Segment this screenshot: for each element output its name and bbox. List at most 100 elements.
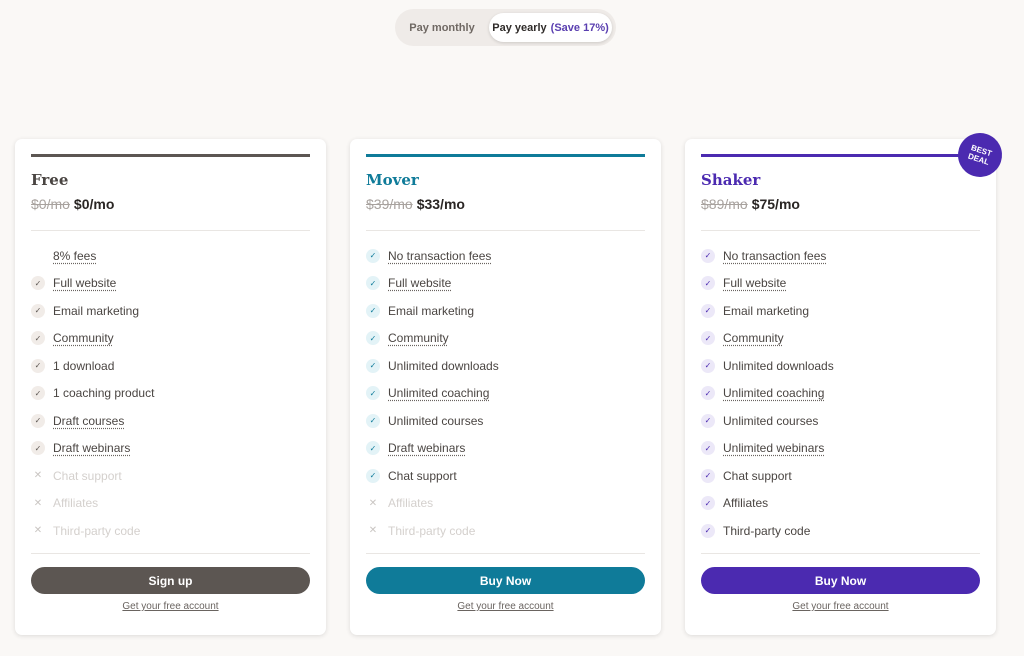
check-icon: ✓ xyxy=(31,331,45,346)
feature-item: ✓ Community xyxy=(366,325,499,353)
plan-name: Free xyxy=(31,171,69,189)
divider xyxy=(701,553,980,554)
check-icon: ✓ xyxy=(701,386,715,401)
divider xyxy=(701,230,980,231)
feature-item: ✕ Third-party code xyxy=(31,517,154,545)
get-free-account-link[interactable]: Get your free account xyxy=(350,601,661,612)
pay-monthly-option[interactable]: Pay monthly xyxy=(399,13,485,42)
check-icon: ✓ xyxy=(701,248,715,263)
check-icon: ✓ xyxy=(701,413,715,428)
pay-monthly-label: Pay monthly xyxy=(409,21,475,34)
feature-item: ✕ Chat support xyxy=(31,462,154,490)
check-icon: ✓ xyxy=(31,303,45,318)
check-icon: ✓ xyxy=(366,303,380,318)
feature-item: ✓ Email marketing xyxy=(366,297,499,325)
check-icon: ✓ xyxy=(366,413,380,428)
plan-card-free: Free$0/mo$0/mo✓8% fees✓Full website✓Emai… xyxy=(15,139,326,635)
feature-item: ✕ Third-party code xyxy=(366,517,499,545)
feature-item: ✓ Draft courses xyxy=(31,407,154,435)
feature-label[interactable]: Unlimited coaching xyxy=(723,386,824,400)
check-icon: ✓ xyxy=(366,468,380,483)
feature-item: ✓ Full website xyxy=(366,270,499,298)
buy-now-button[interactable]: Buy Now xyxy=(366,567,645,594)
check-icon: ✓ xyxy=(701,276,715,291)
feature-item: ✓ Draft webinars xyxy=(31,435,154,463)
divider xyxy=(366,230,645,231)
feature-label: Unlimited courses xyxy=(388,413,484,428)
check-icon: ✓ xyxy=(366,386,380,401)
check-icon: ✓ xyxy=(701,441,715,456)
cross-icon: ✕ xyxy=(368,497,378,509)
feature-label[interactable]: Community xyxy=(53,331,114,345)
feature-label[interactable]: Community xyxy=(388,331,449,345)
discounted-price: $75/mo xyxy=(751,196,800,212)
plan-card-mover: Mover $39/mo $33/mo ✓ No transaction fees ✓ Fu… xyxy=(350,139,661,635)
plan-price: $0/mo $0/mo xyxy=(31,196,114,212)
get-free-account-link[interactable]: Get your free account xyxy=(685,601,996,612)
billing-toggle: Pay monthly Pay yearly (Save 17%) xyxy=(395,9,616,46)
plan-accent-bar xyxy=(366,154,645,157)
feature-item: ✓ Full website xyxy=(701,270,834,298)
discounted-price: $0/mo xyxy=(73,196,115,212)
original-price: $39/mo xyxy=(366,196,413,212)
feature-item: ✓ Community xyxy=(31,325,154,353)
feature-item: ✓ No transaction fees xyxy=(701,242,834,270)
feature-label[interactable]: Full website xyxy=(723,276,786,290)
feature-label[interactable]: Unlimited coaching xyxy=(388,386,489,400)
check-icon: ✓ xyxy=(31,413,45,428)
feature-item: ✓ Email marketing xyxy=(31,297,154,325)
plan-accent-bar xyxy=(701,154,980,157)
check-icon: ✓ xyxy=(31,441,45,456)
feature-item: ✕ Affiliates xyxy=(366,490,499,518)
feature-item: ✓ Unlimited downloads xyxy=(701,352,834,380)
cross-icon: ✕ xyxy=(33,525,43,537)
feature-label[interactable]: Unlimited webinars xyxy=(723,441,824,455)
feature-label: Chat support xyxy=(53,468,122,483)
check-icon: ✓ xyxy=(366,331,380,346)
cross-icon: ✕ xyxy=(33,497,43,509)
feature-item: ✓ 1 coaching product xyxy=(31,380,154,408)
feature-label[interactable]: Community xyxy=(723,331,784,345)
check-icon: ✓ xyxy=(366,248,380,263)
plan-card-shaker: Shaker $89/mo $75/mo ✓ No transaction fees ✓ F… xyxy=(685,139,996,635)
feature-label[interactable]: No transaction fees xyxy=(723,249,826,263)
original-price: $89/mo xyxy=(701,196,748,212)
divider xyxy=(366,553,645,554)
feature-label[interactable]: Full website xyxy=(388,276,451,290)
feature-label[interactable]: 8% fees xyxy=(53,249,96,263)
feature-label[interactable]: Draft webinars xyxy=(53,441,130,455)
feature-label[interactable]: Draft courses xyxy=(53,414,124,428)
feature-item: ✓8% fees xyxy=(31,242,154,270)
plan-accent-bar xyxy=(31,154,310,157)
feature-label[interactable]: Draft webinars xyxy=(388,441,465,455)
check-icon: ✓ xyxy=(701,303,715,318)
feature-item: ✓ Chat support xyxy=(701,462,834,490)
feature-label[interactable]: No transaction fees xyxy=(388,249,491,263)
feature-list: ✓8% fees✓Full website✓Email marketing✓Co… xyxy=(31,242,154,545)
feature-label: Affiliates xyxy=(723,496,769,511)
feature-item: ✓ No transaction fees xyxy=(366,242,499,270)
feature-item: ✓ Unlimited downloads xyxy=(366,352,499,380)
divider xyxy=(31,230,310,231)
feature-item: ✓ Unlimited coaching xyxy=(366,380,499,408)
check-icon: ✓ xyxy=(701,496,715,511)
sign-up-button[interactable]: Sign up xyxy=(31,567,310,594)
feature-item: ✕ Affiliates xyxy=(31,490,154,518)
feature-item: ✓ Community xyxy=(701,325,834,353)
original-price: $0/mo xyxy=(31,196,70,212)
pay-yearly-option[interactable]: Pay yearly (Save 17%) xyxy=(489,13,612,42)
feature-label[interactable]: Full website xyxy=(53,276,116,290)
feature-label: 1 coaching product xyxy=(53,386,155,401)
feature-label: 1 download xyxy=(53,358,115,373)
feature-label: Third-party code xyxy=(723,523,811,538)
feature-item: ✓ Third-party code xyxy=(701,517,834,545)
feature-label: Unlimited downloads xyxy=(388,358,499,373)
check-icon: ✓ xyxy=(701,358,715,373)
feature-item: ✓ Unlimited courses xyxy=(366,407,499,435)
feature-item: ✓ Email marketing xyxy=(701,297,834,325)
plan-name: Shaker xyxy=(701,171,761,189)
get-free-account-link[interactable]: Get your free account xyxy=(15,601,326,612)
check-icon: ✓ xyxy=(366,358,380,373)
buy-now-button[interactable]: Buy Now xyxy=(701,567,980,594)
cross-icon: ✕ xyxy=(33,470,43,482)
